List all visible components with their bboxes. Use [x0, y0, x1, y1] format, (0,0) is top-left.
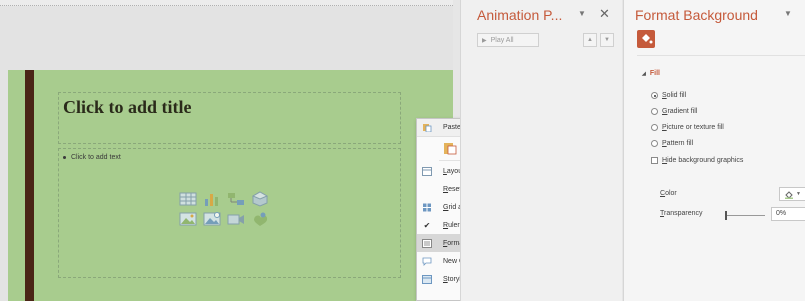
option-gradient-fill[interactable]: Gradient fill: [651, 108, 697, 115]
dropdown-caret-icon: ▼: [796, 191, 801, 197]
transparency-slider[interactable]: [725, 211, 765, 220]
option-solid-fill[interactable]: Solid fill: [651, 92, 686, 99]
content-placeholder-text: Click to add text: [71, 154, 121, 161]
radio-picture-texture-fill[interactable]: [651, 124, 658, 131]
icons-insert-icon[interactable]: [251, 211, 269, 227]
radio-solid-fill[interactable]: [651, 92, 658, 99]
slide[interactable]: Click to add title Click to add text: [8, 70, 453, 301]
comment-icon: [422, 257, 432, 266]
ruler: [0, 0, 453, 6]
chart-icon[interactable]: [203, 191, 221, 207]
fill-color-icon: [785, 190, 794, 199]
format-pane-title: Format Background: [635, 7, 758, 23]
animation-pane: Animation P... ▼ ✕ ▶ Play All ▲ ▼: [460, 0, 622, 301]
collapse-triangle-icon: ◢: [642, 70, 646, 77]
color-label: Color: [660, 190, 677, 197]
transparency-input[interactable]: 0%: [771, 207, 805, 221]
move-down-button[interactable]: ▼: [600, 33, 614, 47]
format-background-pane: Format Background ▼ ◢ Fill Solid fill Gr…: [623, 0, 805, 301]
fill-section-header[interactable]: ◢ Fill: [642, 70, 660, 77]
paste-icon: [423, 124, 432, 132]
pane-options-chevron-icon[interactable]: ▼: [578, 9, 586, 18]
play-icon: ▶: [482, 37, 487, 44]
option-picture-texture-fill[interactable]: Picture or texture fill: [651, 124, 724, 131]
animation-pane-title: Animation P...: [477, 7, 563, 23]
checkbox-hide-background-graphics[interactable]: [651, 157, 658, 164]
3d-model-icon[interactable]: [251, 191, 269, 207]
content-placeholder[interactable]: Click to add text: [58, 148, 401, 278]
powerpoint-window: Click to add title Click to add text Pas…: [0, 0, 805, 301]
online-picture-icon[interactable]: [203, 211, 221, 227]
paint-bucket-icon: [642, 34, 653, 44]
radio-gradient-fill[interactable]: [651, 108, 658, 115]
color-picker-button[interactable]: ▼: [779, 187, 805, 201]
pane-options-chevron-icon[interactable]: ▼: [784, 9, 792, 18]
radio-pattern-fill[interactable]: [651, 140, 658, 147]
close-icon[interactable]: ✕: [599, 6, 610, 22]
checkmark-icon: ✔: [423, 220, 431, 230]
slide-canvas[interactable]: Click to add title Click to add text: [0, 0, 453, 301]
slider-thumb[interactable]: [725, 211, 727, 220]
transparency-label: Transparency: [660, 210, 703, 217]
paste-use-destination-theme-icon[interactable]: [443, 142, 457, 155]
title-placeholder[interactable]: Click to add title: [58, 92, 401, 144]
title-placeholder-text: Click to add title: [63, 97, 192, 117]
play-all-button[interactable]: ▶ Play All: [477, 33, 539, 47]
picture-icon[interactable]: [179, 211, 197, 227]
bullet-dot-icon: [63, 156, 66, 159]
smartart-icon[interactable]: [227, 191, 245, 207]
content-bullet: Click to add text: [63, 154, 121, 161]
slide-accent-bar: [25, 70, 34, 301]
format-background-icon: [422, 238, 432, 248]
fill-tab[interactable]: [637, 30, 655, 48]
option-pattern-fill[interactable]: Pattern fill: [651, 140, 693, 147]
insert-content-icons: [179, 191, 271, 227]
table-icon[interactable]: [179, 191, 197, 207]
grid-icon: [423, 203, 431, 211]
video-icon[interactable]: [227, 211, 245, 227]
move-up-button[interactable]: ▲: [583, 33, 597, 47]
layout-icon: [422, 166, 432, 176]
storyboarding-icon: [422, 274, 432, 284]
option-hide-background-graphics[interactable]: Hide background graphics: [651, 157, 743, 164]
